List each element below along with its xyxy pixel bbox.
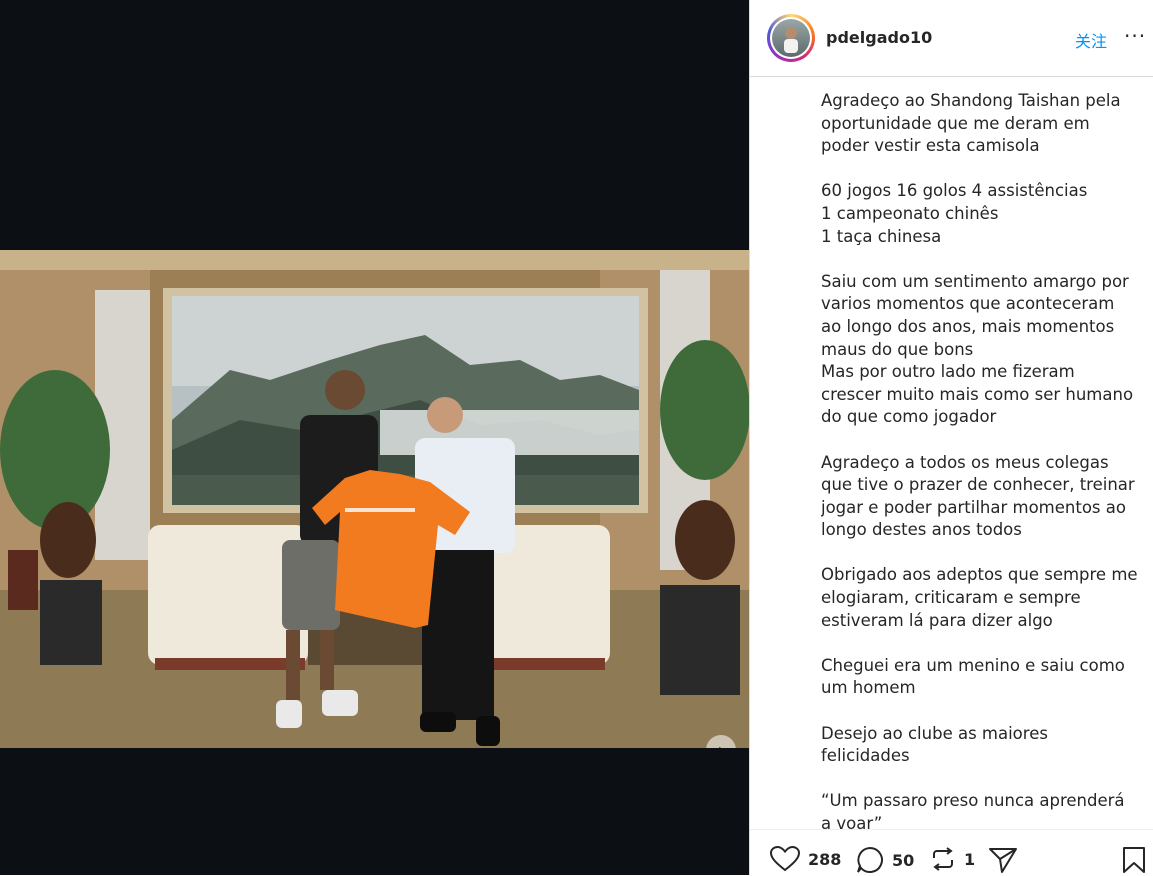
caption-paragraph: Agradeço ao Shandong Taishan pela oportu… [821, 91, 1121, 156]
username-link[interactable]: pdelgado10 [826, 28, 932, 47]
post-caption: Agradeço ao Shandong Taishan pela oportu… [821, 90, 1139, 830]
repost-action: 1 [930, 846, 975, 872]
caption-paragraph: Cheguei era um menino e saiu como um hom… [821, 655, 1125, 698]
action-bar: 288 50 1 [750, 829, 1153, 876]
caption-paragraph: Desejo ao clube as maiores felicidades [821, 723, 1048, 766]
comment-count: 50 [892, 850, 915, 870]
save-action [1122, 846, 1146, 874]
repost-icon[interactable] [930, 846, 956, 872]
post-side-panel: pdelgado10 关注 ··· Agradeço ao Shandong T… [749, 0, 1153, 875]
caption-paragraph: Saiu com um sentimento amargo por varios… [821, 271, 1134, 427]
post-header: pdelgado10 关注 ··· [750, 0, 1153, 77]
caption-paragraph: Agradeço a todos os meus colegas que tiv… [821, 452, 1135, 540]
avatar-image [772, 19, 810, 57]
follow-button[interactable]: 关注 [1075, 28, 1107, 52]
like-action: 288 [770, 846, 841, 872]
chevron-right-icon: › [718, 742, 725, 749]
media-viewer: › [0, 0, 749, 875]
more-options-icon[interactable]: ··· [1124, 24, 1146, 48]
comment-action: 50 [856, 846, 914, 874]
avatar[interactable] [767, 14, 815, 62]
comment-icon[interactable] [856, 846, 884, 874]
like-count: 288 [808, 849, 842, 869]
post-photo: › [0, 250, 749, 748]
repost-count: 1 [964, 849, 976, 869]
caption-paragraph: “Um passaro preso nunca aprenderá a voar… [821, 791, 1125, 830]
caption-paragraph: 60 jogos 16 golos 4 assistências 1 campe… [821, 181, 1088, 246]
caption-paragraph: Obrigado aos adeptos que sempre me elogi… [821, 565, 1138, 630]
bookmark-icon[interactable] [1122, 846, 1146, 874]
heart-icon[interactable] [770, 846, 800, 872]
share-icon[interactable] [988, 846, 1018, 874]
share-action [988, 846, 1018, 874]
